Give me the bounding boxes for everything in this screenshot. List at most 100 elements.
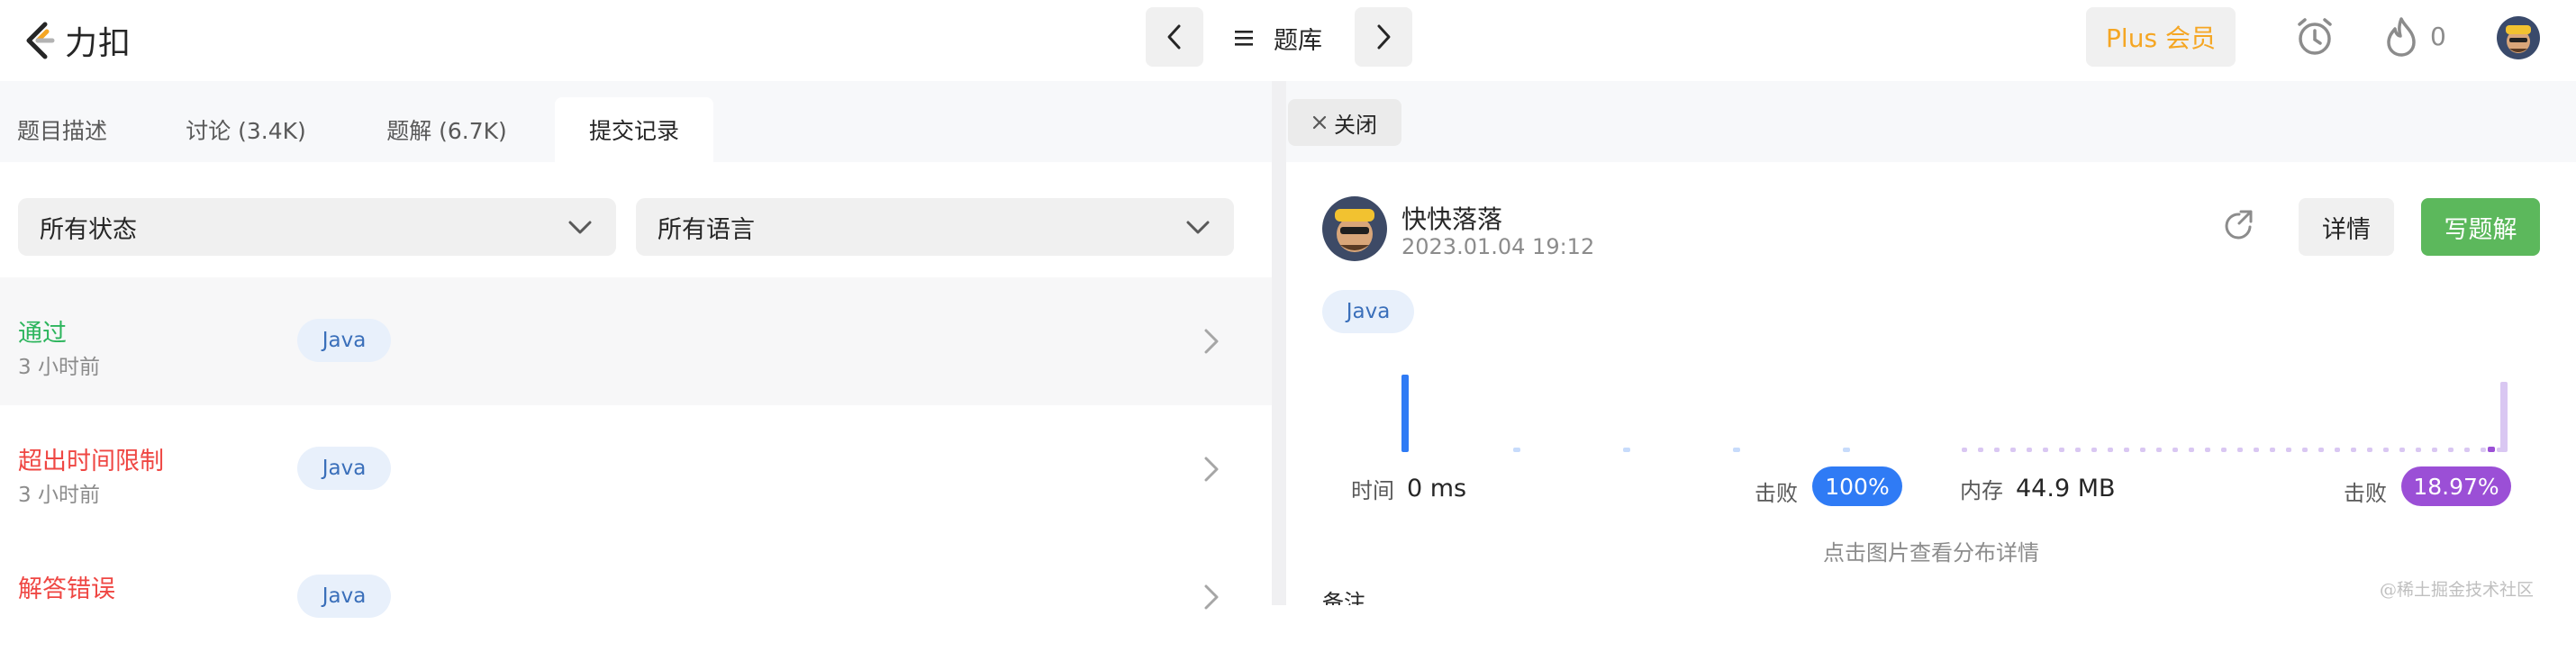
memory-bar: [2448, 448, 2454, 452]
memory-bar: [2335, 448, 2340, 452]
leetcode-logo[interactable]: 力扣: [20, 16, 132, 65]
author-name[interactable]: 快快落落: [1401, 200, 1502, 236]
submission-language-badge: Java: [297, 447, 391, 490]
submission-time: 3 小时前: [18, 484, 100, 507]
memory-beat-label: 击败: [2344, 481, 2387, 506]
left-panel: 题目描述 讨论 (3.4K) 题解 (6.7K) 提交记录 所有状态 所有语言 …: [0, 81, 1272, 661]
runtime-beat-label: 击败: [1755, 481, 1798, 506]
distribution-chart[interactable]: [1326, 360, 2533, 459]
submission-status: 解答错误: [18, 575, 115, 603]
note-label: 备注: [1322, 591, 1365, 605]
runtime-beat-badge: 100%: [1812, 466, 1902, 506]
memory-bar: [2237, 448, 2243, 452]
memory-bar: [2221, 448, 2227, 452]
memory-bar: [2205, 448, 2210, 452]
user-avatar-image: [2497, 16, 2540, 59]
memory-bar: [2010, 448, 2016, 452]
chevron-right-icon: [1204, 457, 1219, 482]
submission-time: 3 小时前: [18, 356, 100, 379]
memory-value: 44.9 MB: [2016, 474, 2116, 503]
distribution-hint[interactable]: 点击图片查看分布详情: [1823, 535, 2039, 566]
memory-label: 内存: [1960, 477, 2003, 503]
problemset-label: 题库: [1274, 26, 1322, 55]
problemset-button[interactable]: 题库: [1234, 16, 1322, 59]
memory-bar: [2254, 448, 2259, 452]
close-label: 关闭: [1334, 112, 1377, 138]
memory-bar-current: [2488, 447, 2495, 452]
memory-bar: [2043, 448, 2048, 452]
tab-bar: 题目描述 讨论 (3.4K) 题解 (6.7K) 提交记录: [0, 81, 1272, 162]
alarm-clock-icon[interactable]: [2295, 16, 2335, 58]
memory-bar: [2059, 448, 2064, 452]
tab-solutions[interactable]: 题解 (6.7K): [367, 97, 526, 162]
chevron-right-icon: [1377, 24, 1391, 50]
memory-bar: [2318, 448, 2324, 452]
plus-membership-button[interactable]: Plus 会员: [2086, 7, 2236, 67]
language-filter-value: 所有语言: [658, 215, 755, 244]
chevron-down-icon: [1186, 221, 1210, 234]
runtime-bar: [1733, 448, 1740, 452]
memory-bar: [2124, 448, 2129, 452]
memory-bar: [2399, 448, 2405, 452]
chevron-right-icon: [1204, 584, 1219, 610]
memory-bar: [2156, 448, 2162, 452]
runtime-value: 0 ms: [1407, 474, 1467, 503]
prev-problem-button[interactable]: [1146, 7, 1203, 67]
memory-beat-badge: 18.97%: [2401, 466, 2511, 506]
submission-status: 超出时间限制: [18, 448, 164, 475]
write-solution-button[interactable]: 写题解: [2421, 198, 2540, 256]
runtime-bar: [1623, 448, 1630, 452]
memory-bar: [2416, 448, 2421, 452]
memory-bar: [2091, 448, 2097, 452]
submission-datetime: 2023.01.04 19:12: [1401, 234, 1595, 259]
memory-bar: [2302, 448, 2308, 452]
close-detail-button[interactable]: 关闭: [1288, 99, 1401, 146]
runtime-bar: [1843, 448, 1850, 452]
runtime-bar: [1401, 375, 1409, 452]
memory-bar: [2432, 448, 2437, 452]
details-button[interactable]: 详情: [2299, 198, 2394, 256]
memory-bar: [1962, 448, 1967, 452]
user-avatar[interactable]: [2497, 16, 2540, 59]
watermark: @稀土掘金技术社区: [2380, 580, 2535, 600]
memory-bar: [2027, 448, 2032, 452]
submission-row[interactable]: 解答错误 Java: [0, 533, 1272, 661]
memory-bar: [2270, 448, 2275, 452]
submissions-list-panel: 所有状态 所有语言 通过 3 小时前 Java 超出时间限制 3 小时前 Jav…: [0, 162, 1272, 661]
submission-status: 通过: [18, 320, 67, 348]
leetcode-logo-icon: [26, 22, 55, 59]
memory-bar: [2140, 448, 2145, 452]
language-filter-select[interactable]: 所有语言: [636, 198, 1234, 256]
author-avatar-image: [1322, 196, 1387, 261]
language-badge: Java: [1322, 290, 1414, 333]
memory-bar: [2108, 448, 2113, 452]
status-filter-select[interactable]: 所有状态: [18, 198, 616, 256]
close-icon: [1312, 115, 1327, 130]
memory-bar: [2286, 448, 2291, 452]
memory-bars: [1962, 382, 2508, 452]
author-avatar[interactable]: [1322, 196, 1387, 261]
submission-row[interactable]: 通过 3 小时前 Java: [0, 277, 1272, 405]
submission-row[interactable]: 超出时间限制 3 小时前 Java: [0, 405, 1272, 533]
memory-bar: [2367, 448, 2372, 452]
chevron-down-icon: [568, 221, 592, 234]
tab-submissions[interactable]: 提交记录: [555, 97, 713, 162]
tab-description[interactable]: 题目描述: [0, 97, 124, 162]
memory-bar: [1978, 448, 1983, 452]
memory-bar: [2189, 448, 2194, 452]
tab-discussion[interactable]: 讨论 (3.4K): [162, 97, 330, 162]
runtime-metric: 时间 0 ms: [1351, 466, 1466, 510]
next-problem-button[interactable]: [1355, 7, 1412, 67]
memory-bar: [2481, 448, 2486, 452]
runtime-bar: [1513, 448, 1520, 452]
runtime-label: 时间: [1351, 477, 1394, 503]
flame-icon[interactable]: [2383, 16, 2419, 58]
list-icon: [1235, 31, 1253, 46]
detail-header-bar: [1286, 81, 2576, 162]
memory-bar: [2464, 448, 2470, 452]
panel-divider[interactable]: [1272, 81, 1286, 605]
share-icon[interactable]: [2223, 209, 2255, 243]
top-navbar: 力扣 题库 Plus 会员 0: [0, 0, 2576, 81]
memory-bar: [2351, 448, 2356, 452]
chevron-left-icon: [1167, 24, 1181, 50]
